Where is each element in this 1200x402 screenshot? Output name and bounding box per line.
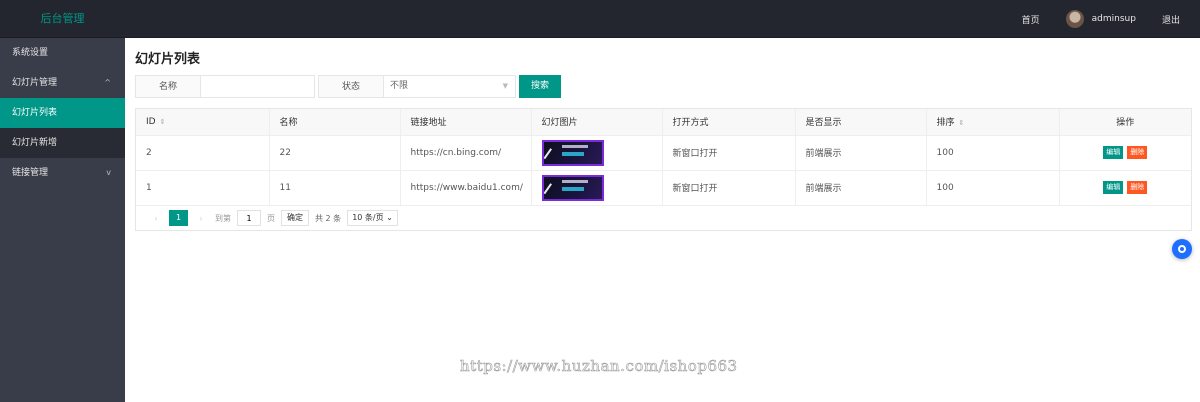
goto-page-input[interactable] (237, 210, 261, 226)
chevron-down-icon: ⌄ (386, 213, 393, 222)
top-header: 后台管理 首页 adminsup 退出 (0, 0, 1200, 38)
slide-thumbnail[interactable] (541, 174, 604, 201)
slide-thumbnail[interactable] (541, 139, 604, 166)
logout-link[interactable]: 退出 (1162, 13, 1180, 26)
app-logo[interactable]: 后台管理 (0, 0, 125, 38)
sidebar-item-slide-management[interactable]: 幻灯片管理 ^ (0, 68, 125, 98)
slide-table: ID ⇕ 名称 链接地址 幻灯图片 打开方式 是否显示 排序 ⇕ 操作 2 22 h… (135, 108, 1192, 231)
col-header-name: 名称 (269, 109, 401, 136)
cell-link: https://cn.bing.com/ (400, 135, 532, 171)
delete-button[interactable]: 删除 (1127, 146, 1148, 159)
col-header-id[interactable]: ID ⇕ (136, 109, 270, 136)
cell-open: 新窗口打开 (662, 135, 796, 171)
search-bar: 名称 状态 不限 ▼ 搜索 (135, 75, 561, 98)
cell-link: https://www.baidu1.com/ (400, 170, 532, 206)
status-label: 状态 (318, 75, 384, 98)
delete-button[interactable]: 删除 (1127, 181, 1148, 194)
sidebar-item-label: 幻灯片管理 (12, 78, 58, 88)
name-label: 名称 (135, 75, 201, 98)
sidebar-item-label: 系统设置 (12, 48, 49, 58)
sort-icon[interactable]: ⇕ (959, 119, 965, 127)
col-header-link: 链接地址 (400, 109, 532, 136)
page-title: 幻灯片列表 (135, 52, 201, 67)
chevron-down-icon: v (106, 168, 111, 177)
edit-button[interactable]: 编辑 (1103, 181, 1124, 194)
confirm-button[interactable]: 确定 (281, 210, 309, 226)
cell-id: 2 (136, 135, 270, 171)
home-link[interactable]: 首页 (1022, 13, 1040, 26)
edit-button[interactable]: 编辑 (1103, 146, 1124, 159)
total-count: 共 2 条 (315, 213, 342, 223)
sort-icon[interactable]: ⇕ (160, 118, 166, 126)
pagination: ‹ 1 › 到第 页 确定 共 2 条 10 条/页 ⌄ (136, 206, 398, 230)
col-header-image: 幻灯图片 (531, 109, 663, 136)
cell-id: 1 (136, 170, 270, 206)
search-button[interactable]: 搜索 (519, 75, 561, 98)
cell-name: 11 (269, 170, 401, 206)
cell-name: 22 (269, 135, 401, 171)
col-header-sort[interactable]: 排序 ⇕ (926, 109, 1060, 136)
goto-label: 到第 (215, 213, 231, 223)
table-row: 2 22 https://cn.bing.com/ 新窗口打开 前端展示 100… (136, 135, 1191, 171)
name-input[interactable] (201, 75, 315, 98)
cell-sort: 100 (926, 135, 1060, 171)
cell-image (531, 135, 663, 171)
avatar[interactable] (1065, 10, 1084, 28)
col-header-display: 是否显示 (795, 109, 927, 136)
col-header-ops: 操作 (1059, 109, 1191, 136)
page-size-select[interactable]: 10 条/页 ⌄ (347, 210, 398, 226)
sidebar-item-label: 链接管理 (12, 168, 49, 178)
sidebar: 系统设置 幻灯片管理 ^ 幻灯片列表 幻灯片新增 链接管理 v (0, 38, 125, 402)
main-content: 幻灯片列表 名称 状态 不限 ▼ 搜索 ID ⇕ 名称 链接地址 幻灯图片 打开方… (125, 38, 1200, 402)
sidebar-item-label: 幻灯片新增 (12, 138, 58, 148)
status-selected-value: 不限 (390, 81, 409, 91)
slide-submenu: 幻灯片列表 幻灯片新增 (0, 98, 125, 158)
watermark: https://www.huzhan.com/ishop663 (460, 357, 738, 376)
chevron-left-icon[interactable]: ‹ (148, 214, 164, 223)
cell-ops: 编辑 删除 (1059, 135, 1191, 171)
cell-image (531, 170, 663, 206)
cell-open: 新窗口打开 (662, 170, 796, 206)
page-number-current[interactable]: 1 (169, 210, 188, 226)
chevron-right-icon[interactable]: › (193, 214, 209, 223)
table-header-row: ID ⇕ 名称 链接地址 幻灯图片 打开方式 是否显示 排序 ⇕ 操作 (136, 109, 1191, 136)
cell-ops: 编辑 删除 (1059, 170, 1191, 206)
sidebar-item-link-management[interactable]: 链接管理 v (0, 158, 125, 188)
sidebar-item-slide-add[interactable]: 幻灯片新增 (0, 128, 125, 158)
caret-down-icon: ▼ (502, 82, 508, 90)
cell-display: 前端展示 (795, 170, 927, 206)
page-unit-label: 页 (267, 213, 275, 223)
chevron-up-icon: ^ (104, 78, 111, 87)
header-nav: 首页 adminsup 退出 (1022, 0, 1180, 38)
chat-bubble-icon[interactable] (1172, 239, 1192, 259)
sidebar-item-system-settings[interactable]: 系统设置 (0, 38, 125, 68)
sidebar-item-slide-list[interactable]: 幻灯片列表 (0, 98, 125, 128)
table-row: 1 11 https://www.baidu1.com/ 新窗口打开 前端展示 … (136, 170, 1191, 206)
username-link[interactable]: adminsup (1092, 14, 1136, 24)
cell-sort: 100 (926, 170, 1060, 206)
sidebar-item-label: 幻灯片列表 (12, 108, 58, 118)
col-header-open: 打开方式 (662, 109, 796, 136)
status-select[interactable]: 不限 ▼ (384, 75, 516, 98)
cell-display: 前端展示 (795, 135, 927, 171)
